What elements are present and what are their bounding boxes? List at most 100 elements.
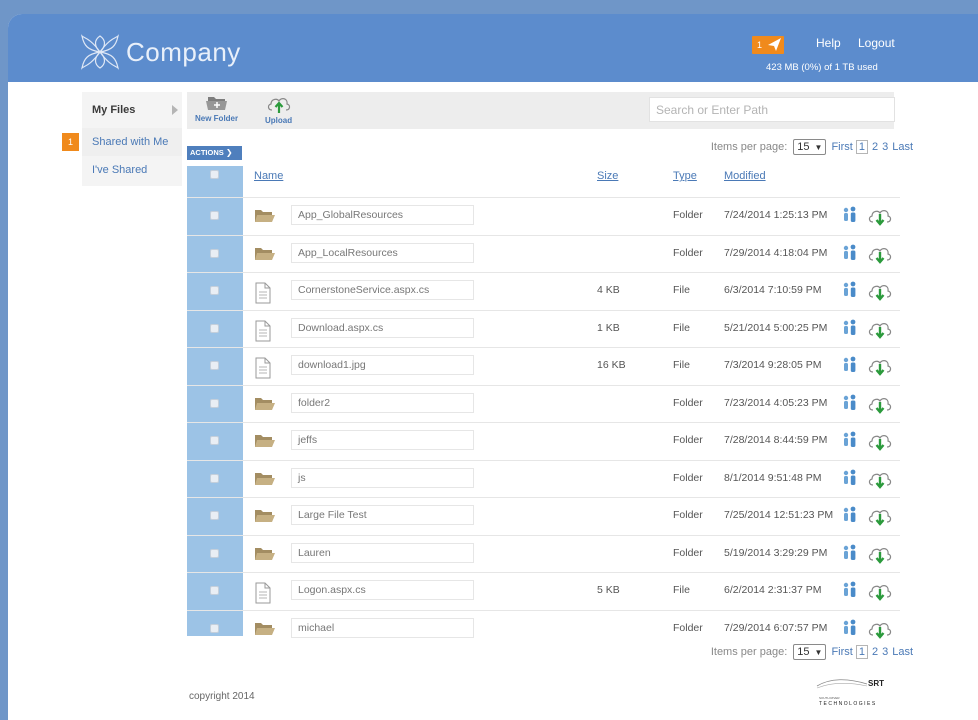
share-users-icon[interactable] bbox=[842, 469, 858, 490]
search-input[interactable]: Search or Enter Path bbox=[649, 97, 895, 122]
table-row[interactable]: App_LocalResources Folder 7/29/2014 4:18:0… bbox=[187, 234, 900, 273]
table-row[interactable]: folder2 Folder 7/23/2014 4:05:23 PM bbox=[187, 384, 900, 423]
sidebar-item-ive-shared[interactable]: I've Shared bbox=[82, 156, 182, 186]
company-logo[interactable]: Company bbox=[80, 34, 241, 70]
row-checkbox[interactable] bbox=[210, 473, 219, 483]
table-row[interactable]: michael Folder 7/29/2014 6:07:57 PM bbox=[187, 609, 900, 648]
new-folder-button[interactable]: New Folder bbox=[195, 94, 238, 123]
logout-link[interactable]: Logout bbox=[858, 36, 895, 50]
table-row[interactable]: Download.aspx.cs 1 KB File 5/21/2014 5:00:2… bbox=[187, 309, 900, 348]
pager-page-2[interactable]: 2 bbox=[872, 141, 878, 153]
file-name[interactable]: Logon.aspx.cs bbox=[291, 580, 474, 600]
pager-last[interactable]: Last bbox=[892, 141, 913, 153]
file-name[interactable]: App_LocalResources bbox=[291, 242, 474, 263]
row-checkbox[interactable] bbox=[210, 248, 219, 258]
pager-last[interactable]: Last bbox=[892, 646, 913, 658]
cloud-download-icon[interactable] bbox=[867, 543, 893, 568]
file-name[interactable]: Lauren bbox=[291, 542, 474, 563]
file-icon bbox=[254, 282, 272, 307]
items-per-page-label: Items per page: bbox=[710, 141, 788, 153]
help-link[interactable]: Help bbox=[816, 36, 841, 50]
folder-icon bbox=[254, 432, 276, 453]
sidebar-item-my-files[interactable]: My Files bbox=[82, 92, 182, 128]
upload-button[interactable]: Upload bbox=[265, 94, 292, 125]
table-row[interactable]: CornerstoneService.aspx.cs 4 KB File 6/3/20… bbox=[187, 272, 900, 310]
table-row[interactable]: download1.jpg 16 KB File 7/3/2014 9:28:05 P… bbox=[187, 347, 900, 385]
cloud-download-icon[interactable] bbox=[867, 243, 893, 268]
row-checkbox[interactable] bbox=[210, 361, 219, 370]
cloud-download-icon[interactable] bbox=[867, 580, 893, 605]
file-name[interactable]: michael bbox=[291, 617, 474, 638]
cloud-download-icon[interactable] bbox=[867, 430, 893, 455]
sidebar-item-label: I've Shared bbox=[92, 164, 148, 176]
share-users-icon[interactable] bbox=[842, 244, 858, 265]
pager-page-2[interactable]: 2 bbox=[872, 646, 878, 658]
file-name[interactable]: Download.aspx.cs bbox=[291, 317, 474, 338]
column-header-type[interactable]: Type bbox=[673, 170, 697, 182]
sidebar: My Files 1 Shared with Me I've Shared bbox=[62, 92, 182, 186]
share-users-icon[interactable] bbox=[842, 394, 858, 415]
row-checkbox[interactable] bbox=[210, 511, 219, 520]
cloud-download-icon[interactable] bbox=[867, 393, 893, 418]
items-per-page-select[interactable]: 15 ▼ bbox=[793, 644, 827, 660]
row-checkbox[interactable] bbox=[210, 586, 219, 595]
row-checkbox[interactable] bbox=[210, 398, 219, 408]
chevron-down-icon: ❯ bbox=[225, 148, 233, 157]
share-users-icon[interactable] bbox=[842, 206, 858, 227]
row-checkbox[interactable] bbox=[210, 436, 219, 445]
row-checkbox[interactable] bbox=[210, 286, 219, 295]
file-name[interactable]: App_GlobalResources bbox=[291, 205, 474, 225]
file-size: 4 KB bbox=[597, 284, 620, 296]
table-row[interactable]: Lauren Folder 5/19/2014 3:29:29 PM bbox=[187, 534, 900, 573]
table-row[interactable]: js Folder 8/1/2014 9:51:48 PM bbox=[187, 459, 900, 498]
select-all-checkbox[interactable] bbox=[210, 170, 219, 179]
pager-page-1[interactable]: 1 bbox=[855, 645, 868, 659]
cloud-download-icon[interactable] bbox=[867, 280, 893, 305]
pager-first[interactable]: First bbox=[831, 646, 852, 658]
file-name[interactable]: jeffs bbox=[291, 430, 474, 450]
file-name[interactable]: js bbox=[291, 467, 474, 488]
row-checkbox[interactable] bbox=[210, 211, 219, 220]
share-users-icon[interactable] bbox=[842, 506, 858, 527]
file-type: Folder bbox=[673, 434, 703, 446]
folder-icon bbox=[254, 207, 276, 228]
share-users-icon[interactable] bbox=[842, 619, 858, 640]
share-users-icon[interactable] bbox=[842, 431, 858, 452]
pager-page-3[interactable]: 3 bbox=[882, 141, 888, 153]
share-users-icon[interactable] bbox=[842, 356, 858, 377]
cloud-download-icon[interactable] bbox=[867, 468, 893, 493]
share-users-icon[interactable] bbox=[842, 581, 858, 602]
column-header-size[interactable]: Size bbox=[597, 170, 618, 182]
table-row[interactable]: App_GlobalResources Folder 7/24/2014 1:25:… bbox=[187, 197, 900, 235]
notification-count: 1 bbox=[757, 40, 763, 50]
row-checkbox[interactable] bbox=[210, 323, 219, 333]
sidebar-item-shared-with-me[interactable]: 1 Shared with Me bbox=[62, 128, 182, 156]
row-checkbox[interactable] bbox=[210, 623, 219, 633]
cloud-download-icon[interactable] bbox=[867, 205, 893, 230]
share-users-icon[interactable] bbox=[842, 544, 858, 565]
cloud-download-icon[interactable] bbox=[867, 618, 893, 643]
cloud-download-icon[interactable] bbox=[867, 505, 893, 530]
cloud-download-icon[interactable] bbox=[867, 355, 893, 380]
pager-page-3[interactable]: 3 bbox=[882, 646, 888, 658]
cloud-download-icon[interactable] bbox=[867, 318, 893, 343]
file-modified: 8/1/2014 9:51:48 PM bbox=[724, 471, 822, 484]
table-row[interactable]: jeffs Folder 7/28/2014 8:44:59 PM bbox=[187, 422, 900, 460]
notification-button[interactable]: 1 bbox=[752, 36, 784, 54]
items-per-page-select[interactable]: 15 ▼ bbox=[793, 139, 827, 155]
share-users-icon[interactable] bbox=[842, 319, 858, 340]
file-name[interactable]: CornerstoneService.aspx.cs bbox=[291, 280, 474, 300]
share-users-icon[interactable] bbox=[842, 281, 858, 302]
file-name[interactable]: download1.jpg bbox=[291, 355, 474, 375]
table-row[interactable]: Large File Test Folder 7/25/2014 12:51:23 … bbox=[187, 497, 900, 535]
actions-dropdown[interactable]: ACTIONS ❯ bbox=[187, 146, 242, 160]
pager-page-1[interactable]: 1 bbox=[855, 140, 868, 154]
file-name[interactable]: folder2 bbox=[291, 392, 474, 413]
pager-first[interactable]: First bbox=[831, 141, 852, 153]
file-name[interactable]: Large File Test bbox=[291, 505, 474, 525]
table-row[interactable]: Logon.aspx.cs 5 KB File 6/2/2014 2:31:37 PM bbox=[187, 572, 900, 610]
column-header-name[interactable]: Name bbox=[254, 170, 283, 182]
file-modified: 7/23/2014 4:05:23 PM bbox=[724, 396, 828, 409]
row-checkbox[interactable] bbox=[210, 548, 219, 558]
column-header-modified[interactable]: Modified bbox=[724, 170, 766, 182]
